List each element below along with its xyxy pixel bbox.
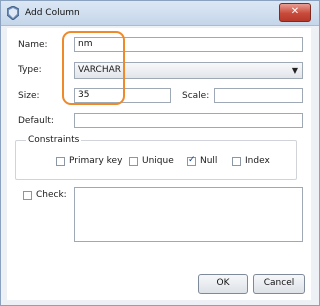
close-icon: ✕	[290, 6, 300, 17]
index-label: Index	[245, 156, 270, 166]
null-box[interactable]: ✓	[187, 154, 196, 166]
scale-label: Scale:	[182, 91, 210, 101]
scale-input[interactable]	[214, 88, 303, 103]
check-label: Check:	[36, 190, 67, 200]
null-label: Null	[200, 156, 218, 166]
unique-box[interactable]	[129, 156, 138, 166]
constraints-title: Constraints	[26, 135, 82, 145]
check-textarea[interactable]	[74, 187, 303, 242]
cancel-button[interactable]: Cancel	[253, 274, 305, 294]
primary-key-checkbox[interactable]: Primary key	[56, 156, 122, 166]
chevron-down-icon: ▼	[291, 66, 298, 75]
checkmark-icon: ✓	[188, 154, 196, 165]
type-label: Type:	[18, 65, 42, 75]
unique-checkbox[interactable]: Unique	[129, 156, 174, 166]
title-bar: Add Column ✕	[1, 1, 319, 26]
check-checkbox[interactable]: Check:	[23, 190, 67, 200]
name-label: Name:	[18, 40, 48, 50]
add-column-dialog: Add Column ✕ Name: nm Type: VARCHAR ▼ Si…	[0, 0, 320, 306]
index-checkbox[interactable]: Index	[232, 156, 270, 166]
unique-label: Unique	[142, 156, 174, 166]
check-box[interactable]	[23, 190, 32, 200]
window-title: Add Column	[25, 8, 80, 18]
close-button[interactable]: ✕	[279, 3, 311, 22]
default-label: Default:	[18, 116, 54, 126]
size-label: Size:	[18, 91, 40, 101]
default-input[interactable]	[74, 113, 303, 128]
highlight-annotation	[62, 31, 125, 105]
primary-key-label: Primary key	[69, 156, 123, 166]
primary-key-box[interactable]	[56, 156, 65, 166]
ok-button[interactable]: OK	[198, 274, 248, 294]
app-icon	[7, 6, 19, 20]
null-checkbox[interactable]: ✓ Null	[187, 154, 218, 166]
index-box[interactable]	[232, 156, 241, 166]
